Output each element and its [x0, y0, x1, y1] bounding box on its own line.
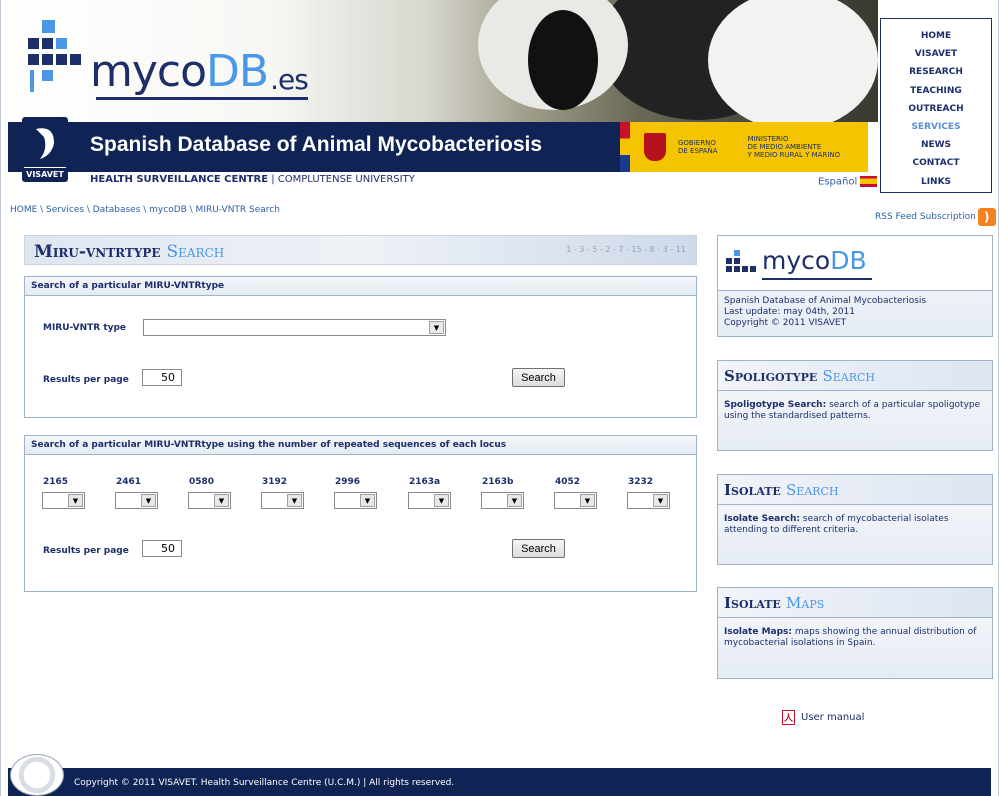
chevron-down-icon: ▼ — [653, 494, 668, 507]
locus-label: 2996 — [335, 477, 361, 487]
locus-label: 2163a — [409, 477, 441, 487]
nav-links[interactable]: LINKS — [881, 173, 991, 191]
miru-type-search-box: Search of a particular MIRU-VNTRtype MIR… — [24, 276, 697, 418]
panel-text: Isolate Maps: maps showing the annual di… — [724, 627, 977, 648]
chevron-down-icon: ▼ — [68, 494, 83, 507]
hero-banner: mycoDB .es — [8, 0, 878, 122]
loci-search-box: Search of a particular MIRU-VNTRtype usi… — [24, 435, 697, 592]
visavet-logo[interactable]: VISAVET — [22, 117, 68, 182]
cow-photo — [528, 10, 598, 110]
nav-teaching[interactable]: TEACHING — [881, 82, 991, 100]
locus-label: 3232 — [628, 477, 654, 487]
government-banner[interactable]: GOBIERNO DE ESPAÑA MINISTERIO DE MEDIO AMB… — [620, 122, 868, 172]
nav-research[interactable]: RESEARCH — [881, 63, 991, 81]
results-per-page-label: Results per page — [43, 375, 129, 385]
locus-select[interactable]: ▼ — [334, 492, 377, 509]
chevron-down-icon: ▼ — [429, 321, 444, 334]
logo-underline — [762, 278, 872, 280]
site-title: Spanish Database of Animal Mycobacterios… — [90, 133, 543, 156]
box-header: Search of a particular MIRU-VNTRtype usi… — [25, 436, 696, 455]
locus-select[interactable]: ▼ — [627, 492, 670, 509]
locus-select[interactable]: ▼ — [261, 492, 304, 509]
nav-home[interactable]: HOME — [881, 27, 991, 45]
locus-label: 2461 — [116, 477, 142, 487]
spain-coat-of-arms-icon — [644, 133, 666, 161]
panel-text: Spoligotype Search: search of a particul… — [724, 400, 981, 421]
logo-underline — [96, 97, 308, 100]
panel-title: Isolate Search — [718, 475, 992, 505]
results-per-page-input[interactable]: 50 — [142, 540, 182, 557]
locus-select[interactable]: ▼ — [408, 492, 451, 509]
locus-select[interactable]: ▼ — [481, 492, 524, 509]
eu-flag-icon — [620, 122, 630, 172]
miru-type-label: MIRU-VNTR type — [43, 323, 127, 333]
chevron-down-icon: ▼ — [287, 494, 302, 507]
logo-grid-icon — [726, 250, 756, 272]
results-per-page-label: Results per page — [43, 546, 129, 556]
panel-text: Isolate Search: search of mycobacterial … — [724, 514, 949, 535]
spoligotype-search-panel[interactable]: Spoligotype Search Spoligotype Search: s… — [717, 360, 993, 451]
nav-visavet[interactable]: VISAVET — [881, 45, 991, 63]
isolate-maps-panel[interactable]: Isolate Maps Isolate Maps: maps showing … — [717, 587, 993, 679]
isolate-search-panel[interactable]: Isolate Search Isolate Search: search of… — [717, 474, 993, 565]
panel-title: Isolate Maps — [718, 588, 992, 618]
nav-news[interactable]: NEWS — [881, 136, 991, 154]
language-switch[interactable]: Español — [818, 176, 878, 188]
header: mycoDB .es VISAVET Spanish Database of A… — [8, 0, 999, 200]
mycodb-info-panel: mycoDB Spanish Database of Animal Mycoba… — [717, 235, 993, 337]
chevron-down-icon: ▼ — [580, 494, 595, 507]
page-title: Miru-vntrtype Search 1 - 3 - 5 - 2 - 7 -… — [24, 235, 697, 265]
chevron-down-icon: ▼ — [360, 494, 375, 507]
mycodb-small-logo[interactable]: mycoDB — [718, 236, 992, 291]
logo-suffix: .es — [270, 63, 309, 96]
centre-subtitle: HEALTH SURVEILLANCE CENTRE | COMPLUTENSE… — [90, 174, 415, 185]
box-header: Search of a particular MIRU-VNTRtype — [25, 277, 696, 296]
rss-icon: ) — [977, 208, 996, 226]
main-nav: HOME VISAVET RESEARCH TEACHING OUTREACH … — [880, 18, 992, 193]
mycodb-info-text: Spanish Database of Animal Mycobacterios… — [724, 296, 927, 328]
nav-contact[interactable]: CONTACT — [881, 154, 991, 172]
nav-services[interactable]: SERVICES — [881, 118, 991, 136]
locus-select[interactable]: ▼ — [115, 492, 158, 509]
locus-select[interactable]: ▼ — [42, 492, 85, 509]
user-manual-link[interactable]: 人 User manual — [782, 710, 864, 725]
chevron-down-icon: ▼ — [507, 494, 522, 507]
nav-outreach[interactable]: OUTREACH — [881, 100, 991, 118]
university-seal-icon — [10, 754, 64, 796]
footer: Copyright © 2011 VISAVET. Health Surveil… — [8, 754, 991, 796]
search-button[interactable]: Search — [512, 368, 565, 387]
pdf-icon: 人 — [782, 710, 795, 725]
chevron-down-icon: ▼ — [141, 494, 156, 507]
locus-label: 2165 — [43, 477, 69, 487]
visavet-logo-text: VISAVET — [26, 170, 64, 179]
spain-flag-icon — [860, 176, 878, 187]
gobierno-text: GOBIERNO DE ESPAÑA — [678, 139, 718, 155]
chevron-down-icon: ▼ — [214, 494, 229, 507]
mycodb-logo[interactable]: mycoDB .es — [28, 20, 309, 100]
logo-grid-icon — [28, 20, 81, 92]
ministerio-text: MINISTERIO DE MEDIO AMBIENTE Y MEDIO RURAL… — [747, 135, 841, 159]
loci-order: 1 - 3 - 5 - 2 - 7 - 15 - 8 - 3 - 11 — [566, 245, 686, 254]
locus-select[interactable]: ▼ — [554, 492, 597, 509]
panel-title: Spoligotype Search — [718, 361, 992, 391]
miru-type-select[interactable]: ▼ — [143, 319, 446, 336]
locus-label: 3192 — [262, 477, 288, 487]
rss-link[interactable]: RSS Feed Subscription) — [875, 208, 996, 226]
logo-text: mycoDB — [90, 46, 269, 97]
breadcrumb[interactable]: HOME \ Services \ Databases \ mycoDB \ M… — [10, 205, 280, 215]
search-button[interactable]: Search — [512, 539, 565, 558]
locus-label: 0580 — [189, 477, 215, 487]
results-per-page-input[interactable]: 50 — [142, 369, 182, 386]
locus-label: 4052 — [555, 477, 581, 487]
chevron-down-icon: ▼ — [434, 494, 449, 507]
footer-copyright: Copyright © 2011 VISAVET. Health Surveil… — [74, 778, 455, 788]
locus-select[interactable]: ▼ — [188, 492, 231, 509]
cow-photo — [708, 0, 878, 122]
visavet-emblem-icon: VISAVET — [24, 119, 66, 180]
locus-label: 2163b — [482, 477, 514, 487]
